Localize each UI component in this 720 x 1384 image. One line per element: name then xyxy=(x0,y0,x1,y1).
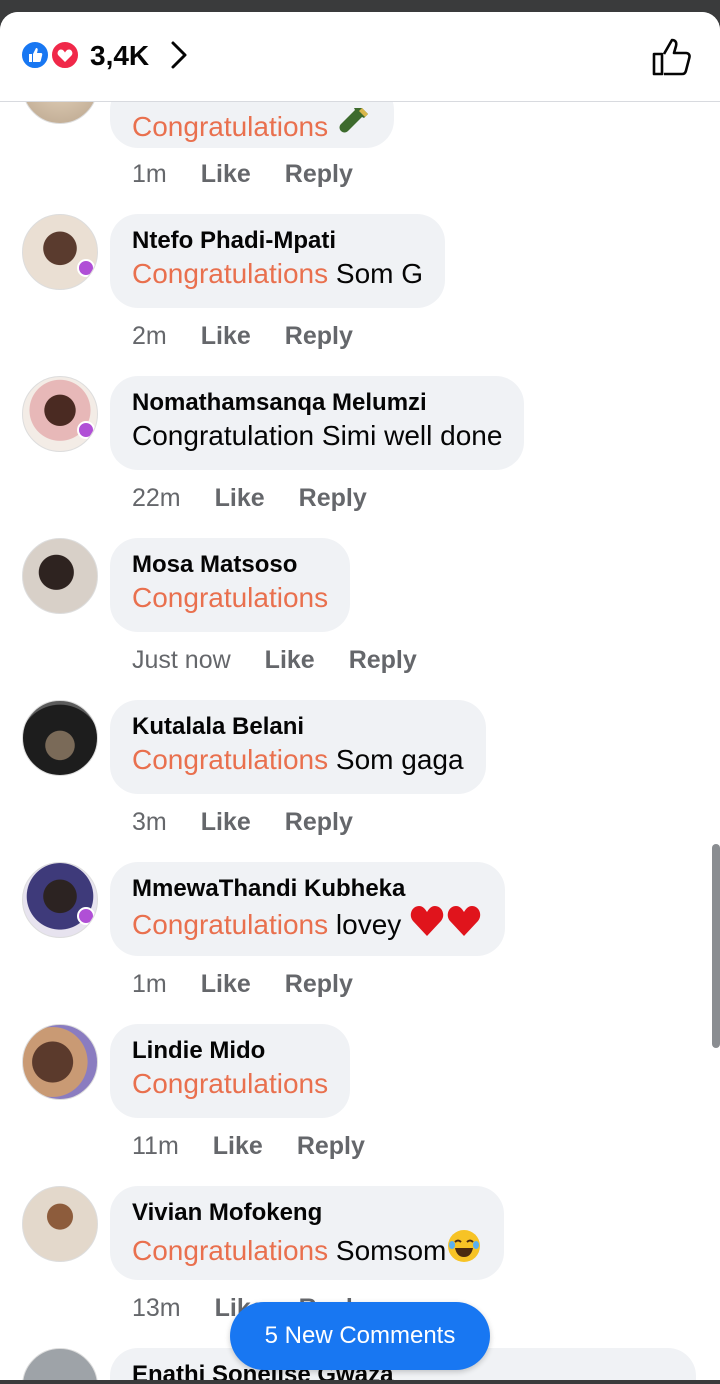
comment-time: 1m xyxy=(132,970,167,998)
comment-time: 2m xyxy=(132,322,167,350)
comment-bubble[interactable]: MmewaThandi Kubheka Congratulations love… xyxy=(110,862,506,956)
avatar[interactable] xyxy=(22,862,98,938)
frame-badge-icon xyxy=(77,421,95,439)
reply-button[interactable]: Reply xyxy=(299,484,367,512)
comment-actions: 2m Like Reply xyxy=(132,322,387,351)
two-hearts-emoji xyxy=(410,906,481,936)
like-button[interactable]: Like xyxy=(201,970,251,998)
comment-actions: Just now Like Reply xyxy=(132,646,451,675)
comments-sheet: 3,4K Congratulations 1m Like Reply Ntefo P… xyxy=(0,12,720,1380)
comment-highlight: Congratulations xyxy=(132,1068,329,1099)
comment-text: Somsom xyxy=(328,1235,447,1266)
comment-time: 1m xyxy=(132,160,167,188)
comment-bubble[interactable]: Vivian Mofokeng Congratulations Somsom xyxy=(110,1186,505,1280)
comment-highlight: Congratulations xyxy=(132,909,329,940)
avatar[interactable] xyxy=(22,1348,98,1380)
chevron-right-icon[interactable] xyxy=(166,38,192,72)
reply-button[interactable]: Reply xyxy=(349,646,417,674)
commenter-name[interactable]: MmewaThandi Kubheka xyxy=(132,874,483,904)
avatar[interactable] xyxy=(22,1024,98,1100)
comment-time: 3m xyxy=(132,808,167,836)
comment-actions: 22m Like Reply xyxy=(132,484,401,513)
comment-highlight: Congratulations xyxy=(132,111,329,142)
comment-time: 11m xyxy=(132,1132,179,1160)
commenter-name[interactable]: Mosa Matsoso xyxy=(132,550,328,580)
comment-bubble[interactable]: Mosa Matsoso Congratulations xyxy=(110,538,351,632)
comment-bubble[interactable]: Ntefo Phadi-Mpati Congratulations Som G xyxy=(110,214,446,308)
comment-highlight: Congratulations xyxy=(132,744,329,775)
like-button[interactable]: Like xyxy=(265,646,315,674)
comment-actions: 1m Like Reply xyxy=(132,160,387,189)
avatar[interactable] xyxy=(22,538,98,614)
comment-text: Som gaga xyxy=(328,744,464,775)
comment-time: Just now xyxy=(132,646,231,674)
reply-button[interactable]: Reply xyxy=(285,322,353,350)
frame-badge-icon xyxy=(77,259,95,277)
reply-button[interactable]: Reply xyxy=(285,808,353,836)
laughing-emoji xyxy=(448,1230,481,1262)
comment-highlight: Congratulations xyxy=(132,258,329,289)
reaction-count[interactable]: 3,4K xyxy=(90,40,149,72)
reply-button[interactable]: Reply xyxy=(285,160,353,188)
comment-text: Som G xyxy=(328,258,424,289)
thumbs-up-icon[interactable] xyxy=(650,36,694,78)
commenter-name[interactable]: Ntefo Phadi-Mpati xyxy=(132,226,423,256)
reply-button[interactable]: Reply xyxy=(285,970,353,998)
bottle-emoji xyxy=(339,108,368,133)
bottom-bar xyxy=(0,1380,720,1384)
reactions-header: 3,4K xyxy=(0,12,720,102)
reply-button[interactable]: Reply xyxy=(297,1132,365,1160)
comment-actions: 1m Like Reply xyxy=(132,970,387,999)
comment-bubble[interactable]: Kutalala Belani Congratulations Som gaga xyxy=(110,700,486,794)
frame-badge-icon xyxy=(77,907,95,925)
avatar[interactable] xyxy=(22,700,98,776)
like-button[interactable]: Like xyxy=(201,322,251,350)
commenter-name[interactable]: Nomathamsanqa Melumzi xyxy=(132,388,502,418)
comment-time: 22m xyxy=(132,484,181,512)
commenter-name[interactable]: Lindie Mido xyxy=(132,1036,328,1066)
commenter-name[interactable]: Vivian Mofokeng xyxy=(132,1198,482,1228)
like-button[interactable]: Like xyxy=(201,160,251,188)
like-button[interactable]: Like xyxy=(213,1132,263,1160)
comment-highlight: Congratulations xyxy=(132,582,329,613)
like-button[interactable]: Like xyxy=(201,808,251,836)
avatar[interactable] xyxy=(22,214,98,290)
commenter-name[interactable]: Kutalala Belani xyxy=(132,712,464,742)
comment-actions: 3m Like Reply xyxy=(132,808,387,837)
comment-highlight: Congratulations xyxy=(132,1235,329,1266)
comment-text: lovey xyxy=(328,909,410,940)
comment-text: Congratulation Simi well done xyxy=(132,420,503,451)
reaction-icons[interactable] xyxy=(20,40,82,70)
scrollbar[interactable] xyxy=(712,844,720,1048)
comment-time: 13m xyxy=(132,1294,181,1322)
avatar[interactable] xyxy=(22,1186,98,1262)
comment-bubble[interactable]: Nomathamsanqa Melumzi Congratulation Sim… xyxy=(110,376,525,470)
avatar[interactable] xyxy=(22,376,98,452)
like-button[interactable]: Like xyxy=(215,484,265,512)
comment-bubble[interactable]: Lindie Mido Congratulations xyxy=(110,1024,351,1118)
comment-actions: 11m Like Reply xyxy=(132,1132,399,1161)
new-comments-button[interactable]: 5 New Comments xyxy=(230,1302,490,1370)
